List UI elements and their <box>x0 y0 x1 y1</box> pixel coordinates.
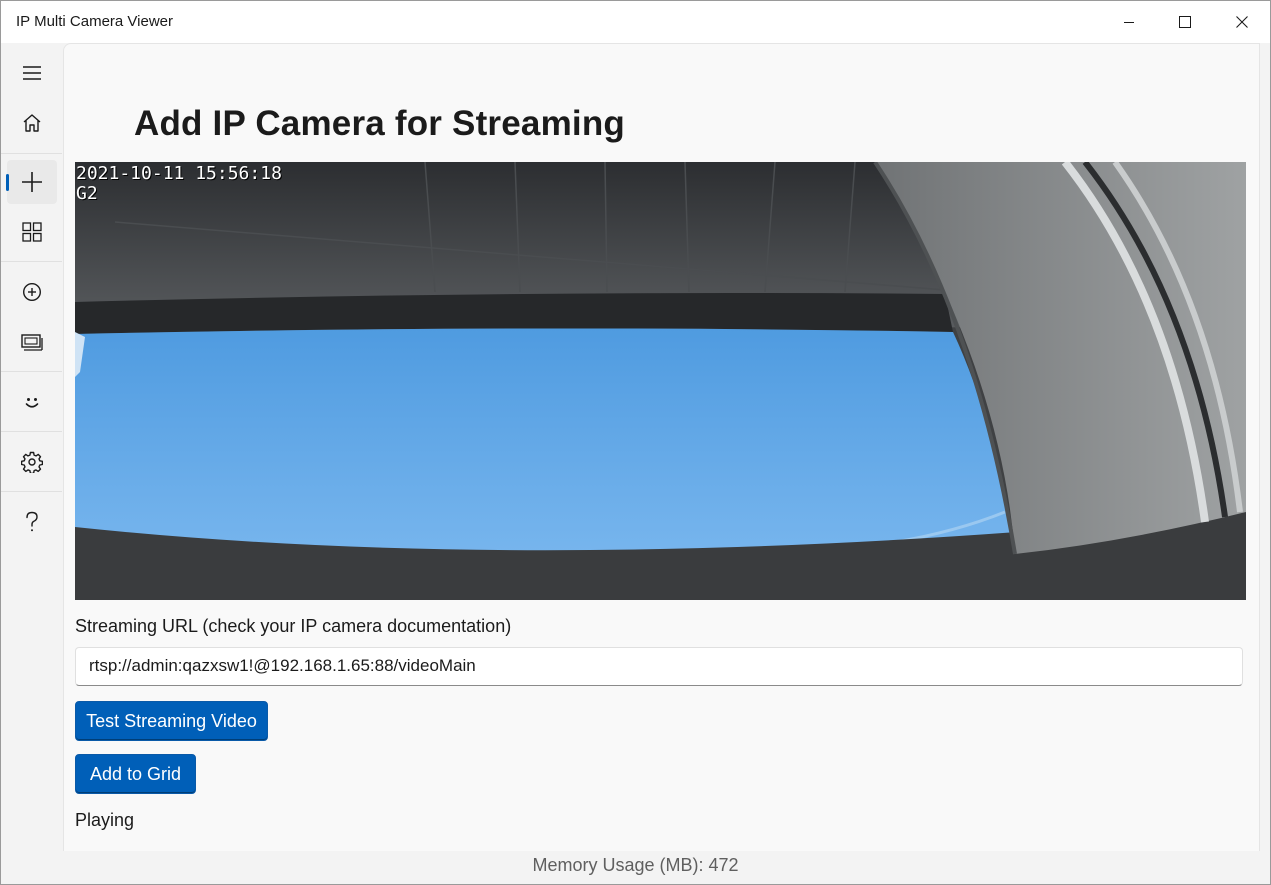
video-player[interactable]: 2021-10-11 15:56:18 G2 <box>75 162 1246 600</box>
home-icon <box>23 114 41 132</box>
nav-add-circle[interactable] <box>7 270 57 314</box>
maximize-icon <box>1178 16 1191 28</box>
settings-icon <box>21 451 43 473</box>
status-text: Playing <box>75 810 135 830</box>
grid-icon <box>22 222 42 242</box>
nav-divider <box>1 153 62 154</box>
nav-divider <box>1 261 62 262</box>
add-circle-icon <box>22 282 42 302</box>
navigation-pane <box>1 43 62 851</box>
status-bar: Memory Usage (MB): 472 <box>1 851 1270 884</box>
close-icon <box>1235 16 1248 28</box>
smiley-icon <box>25 398 39 408</box>
nav-feedback[interactable] <box>7 380 57 424</box>
nav-divider <box>1 431 62 432</box>
nav-home[interactable] <box>7 101 57 145</box>
title-bar: IP Multi Camera Viewer <box>1 1 1270 43</box>
nav-menu-button[interactable] <box>7 51 57 95</box>
add-to-grid-button[interactable]: Add to Grid <box>75 754 196 794</box>
nav-divider <box>1 491 62 492</box>
url-field[interactable] <box>75 647 1243 686</box>
main-content: Add IP Camera for Streaming 2021-10-11 1… <box>63 43 1260 852</box>
nav-slideshow[interactable] <box>7 320 57 364</box>
test-streaming-button[interactable]: Test Streaming Video <box>75 701 268 741</box>
selection-indicator <box>6 174 9 191</box>
minimize-button[interactable] <box>1100 1 1157 43</box>
help-icon <box>26 511 38 532</box>
nav-add-camera[interactable] <box>6 160 57 204</box>
url-input[interactable] <box>89 648 1229 684</box>
nav-help[interactable] <box>7 500 57 544</box>
video-osd: 2021-10-11 15:56:18 G2 <box>76 164 282 204</box>
url-label: Streaming URL (check your IP camera docu… <box>75 616 512 636</box>
camera-video-frame <box>75 162 1246 600</box>
nav-grid[interactable] <box>7 210 57 254</box>
window-title: IP Multi Camera Viewer <box>16 13 174 30</box>
nav-settings[interactable] <box>7 440 57 484</box>
video-camera-label: G2 <box>76 183 98 204</box>
maximize-button[interactable] <box>1156 1 1213 43</box>
add-icon <box>22 172 42 192</box>
close-button[interactable] <box>1213 1 1270 43</box>
app-window: IP Multi Camera Viewer Add IP Camera for… <box>0 0 1271 885</box>
page-title: Add IP Camera for Streaming <box>134 104 625 143</box>
nav-divider <box>1 371 62 372</box>
menu-icon <box>23 66 41 80</box>
slideshow-icon <box>21 334 43 351</box>
video-timestamp: 2021-10-11 15:56:18 <box>76 163 282 184</box>
memory-usage: Memory Usage (MB): 472 <box>532 855 739 875</box>
minimize-icon <box>1123 22 1134 23</box>
